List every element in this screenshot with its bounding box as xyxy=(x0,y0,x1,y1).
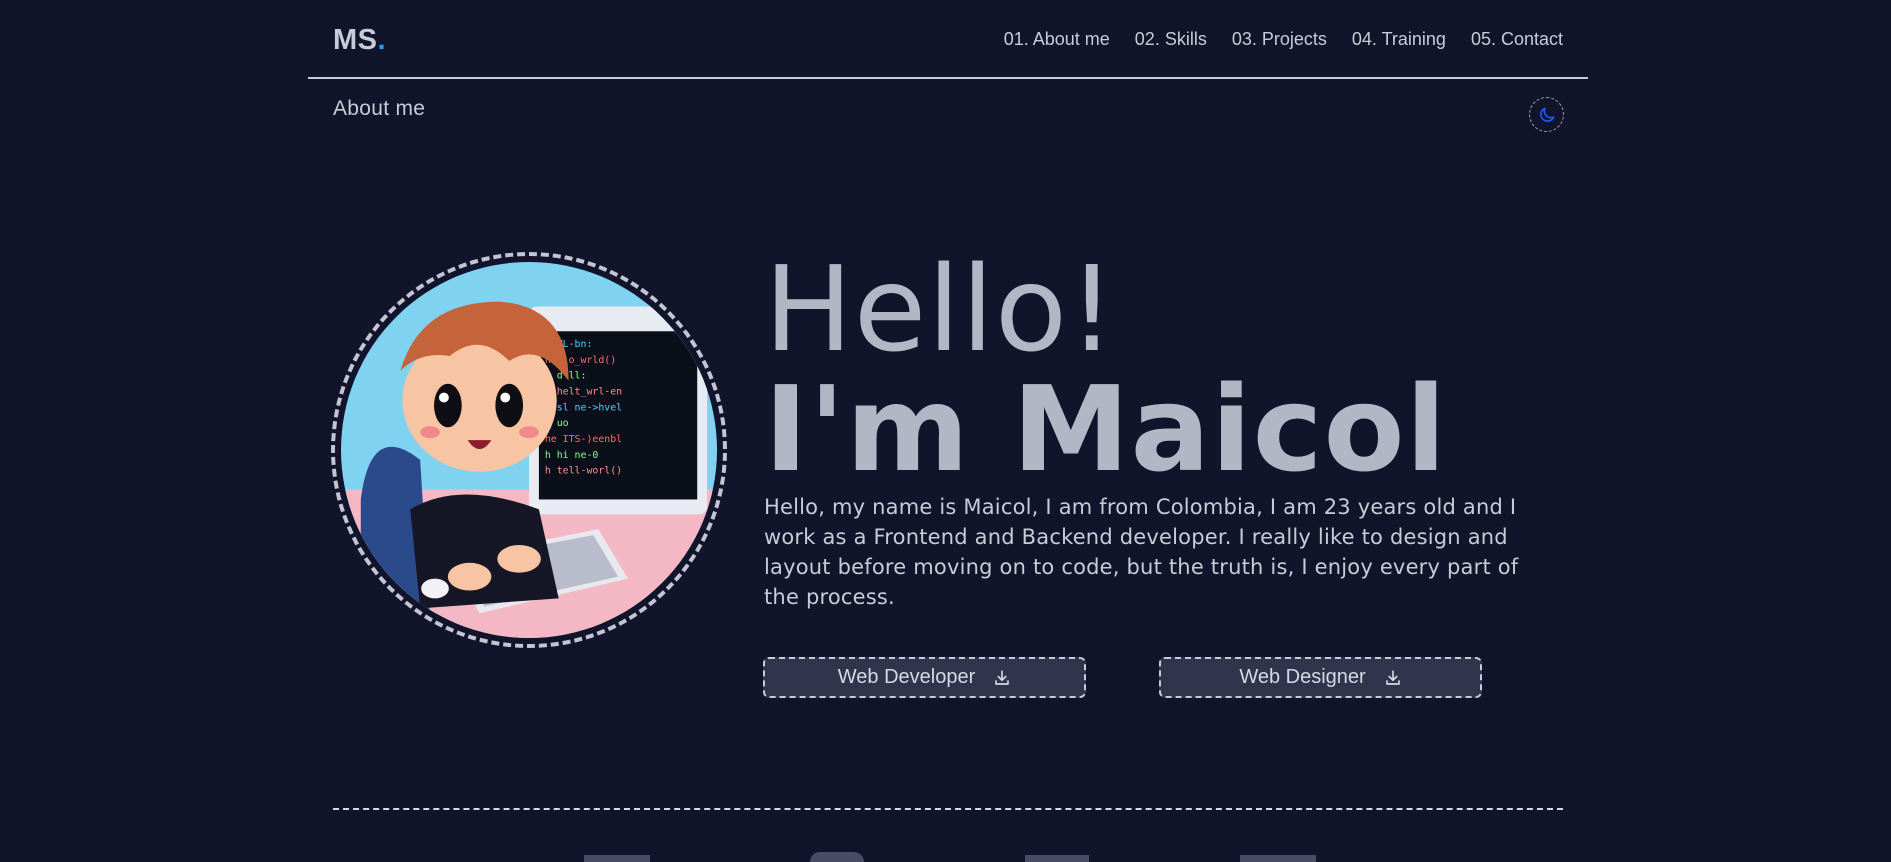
web-designer-button[interactable]: Web Designer xyxy=(1159,657,1482,698)
main-nav: 01. About me 02. Skills 03. Projects 04.… xyxy=(1004,29,1563,50)
avatar-frame: *hML-bn: h-hlo_wrld() l d-ll: l helt_wrl… xyxy=(331,252,727,648)
nav-item-training[interactable]: 04. Training xyxy=(1352,29,1446,50)
moon-icon xyxy=(1539,107,1554,122)
web-developer-label: Web Developer xyxy=(837,666,976,688)
logo[interactable]: MS. xyxy=(333,24,386,57)
hero-name: I'm Maicol xyxy=(764,360,1448,498)
avatar-illustration: *hML-bn: h-hlo_wrld() l d-ll: l helt_wrl… xyxy=(341,262,717,638)
nav-item-about[interactable]: 01. About me xyxy=(1004,29,1110,50)
skills-icon-peek xyxy=(584,855,650,862)
site-header: MS. 01. About me 02. Skills 03. Projects… xyxy=(308,0,1588,79)
svg-text:he ITS-)eenbl: he ITS-)eenbl xyxy=(545,434,622,445)
svg-text:h tell-worl(): h tell-worl() xyxy=(545,466,622,477)
nav-item-contact[interactable]: 05. Contact xyxy=(1471,29,1563,50)
skills-icon-peek xyxy=(1025,855,1089,862)
web-designer-label: Web Designer xyxy=(1239,666,1366,688)
nav-item-skills[interactable]: 02. Skills xyxy=(1135,29,1207,50)
theme-toggle-button[interactable] xyxy=(1529,97,1564,132)
download-icon xyxy=(1385,669,1400,685)
web-developer-button[interactable]: Web Developer xyxy=(763,657,1086,698)
section-divider xyxy=(333,808,1563,810)
download-icon xyxy=(995,669,1010,685)
page: MS. 01. About me 02. Skills 03. Projects… xyxy=(0,0,1891,862)
skills-icon-peek xyxy=(810,852,864,862)
hero-greeting: Hello! xyxy=(764,240,1117,378)
hero-bio: Hello, my name is Maicol, I am from Colo… xyxy=(764,495,1519,609)
avatar: *hML-bn: h-hlo_wrld() l d-ll: l helt_wrl… xyxy=(341,262,717,638)
logo-dot: . xyxy=(377,24,387,56)
svg-text:h hi ne-0: h hi ne-0 xyxy=(545,450,599,461)
section-label: About me xyxy=(333,97,426,120)
logo-text: MS xyxy=(333,24,378,56)
nav-item-projects[interactable]: 03. Projects xyxy=(1232,29,1327,50)
skills-icon-peek xyxy=(1240,855,1316,862)
